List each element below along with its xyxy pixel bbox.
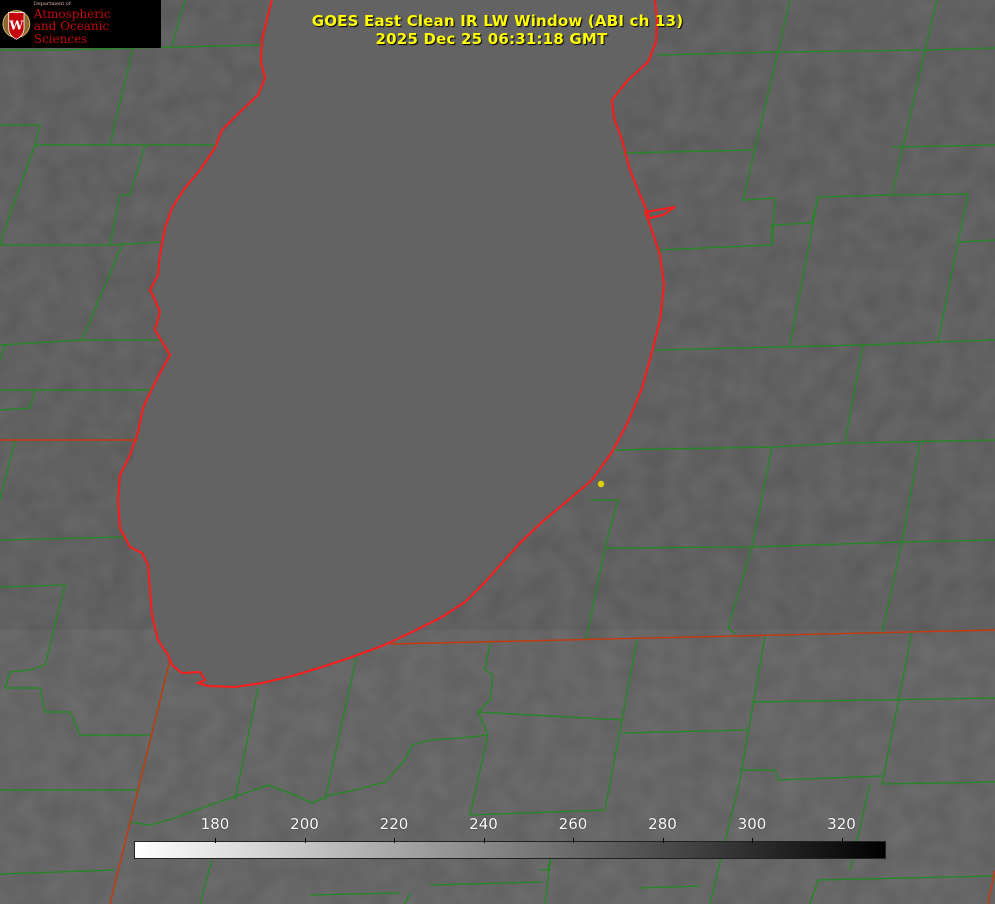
- image-title: GOES East Clean IR LW Window (ABI ch 13): [311, 12, 684, 30]
- colorbar-tick-label: 220: [379, 815, 409, 833]
- colorbar-tick-label: 280: [648, 815, 677, 833]
- map-canvas: [0, 0, 995, 904]
- colorbar-tick-mark: [573, 838, 574, 843]
- colorbar: [134, 841, 886, 859]
- image-timestamp: 2025 Dec 25 06:31:18 GMT: [375, 30, 608, 48]
- colorbar-tick-label: 240: [469, 815, 498, 833]
- colorbar-tick-label: 320: [827, 815, 856, 833]
- colorbar-tick-label: 180: [200, 815, 230, 833]
- satellite-image: [0, 0, 995, 904]
- colorbar-tick-mark: [304, 838, 306, 843]
- colorbar-tick-mark: [841, 838, 843, 843]
- colorbar-tick-mark: [752, 838, 753, 843]
- colorbar-tick-mark: [662, 838, 664, 843]
- colorbar-tick-label: 260: [558, 815, 588, 833]
- colorbar-tick-mark: [215, 838, 216, 843]
- location-marker: [597, 480, 605, 488]
- colorbar-tick-label: 200: [290, 815, 319, 833]
- colorbar-tick-mark: [394, 838, 395, 843]
- colorbar-tick-mark: [483, 838, 485, 843]
- colorbar-tick-label: 300: [737, 815, 767, 833]
